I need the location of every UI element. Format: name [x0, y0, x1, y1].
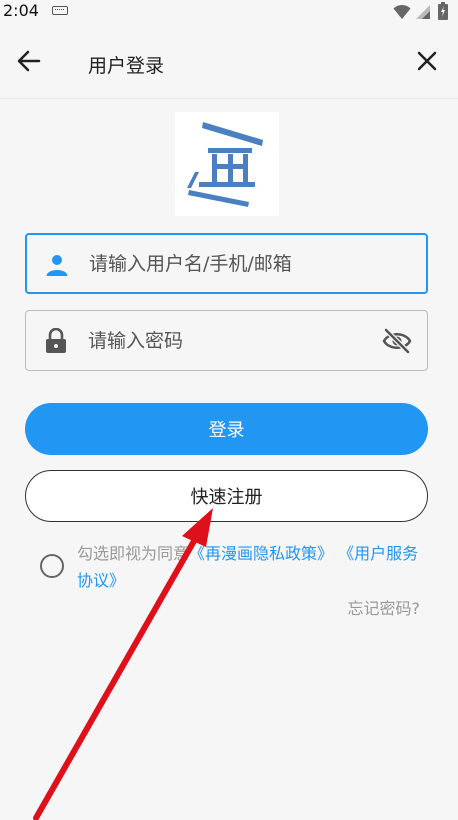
agreement-radio[interactable] — [40, 554, 64, 578]
forgot-password-link[interactable]: 忘记密码? — [348, 595, 421, 619]
visibility-off-icon[interactable] — [382, 328, 412, 354]
agreement-prefix: 勾选即视为同意 — [77, 544, 190, 563]
privacy-policy-link[interactable]: 《再漫画隐私政策》 — [189, 544, 333, 563]
wifi-icon — [393, 4, 411, 19]
user-icon — [46, 255, 68, 276]
username-input[interactable] — [89, 235, 379, 292]
app-logo-mark — [187, 122, 263, 207]
page-title: 用户登录 — [88, 55, 165, 77]
battery-icon — [438, 2, 448, 20]
password-input[interactable] — [88, 311, 378, 370]
username-field — [25, 233, 428, 294]
status-time: 2:04 — [3, 1, 39, 20]
lock-icon — [46, 328, 66, 353]
login-button[interactable]: 登录 — [25, 403, 428, 455]
password-field — [25, 310, 428, 371]
app-logo — [175, 112, 279, 216]
quick-register-button[interactable]: 快速注册 — [25, 470, 428, 522]
keyboard-icon — [52, 6, 68, 15]
status-bar: 2:04 — [0, 0, 458, 24]
close-icon[interactable] — [415, 49, 439, 73]
app-bar: 用户登录 — [0, 24, 458, 99]
back-arrow-icon[interactable] — [16, 48, 42, 74]
agreement-text: 勾选即视为同意《再漫画隐私政策》 《用户服务协议》 — [77, 540, 427, 594]
signal-icon — [416, 5, 430, 19]
